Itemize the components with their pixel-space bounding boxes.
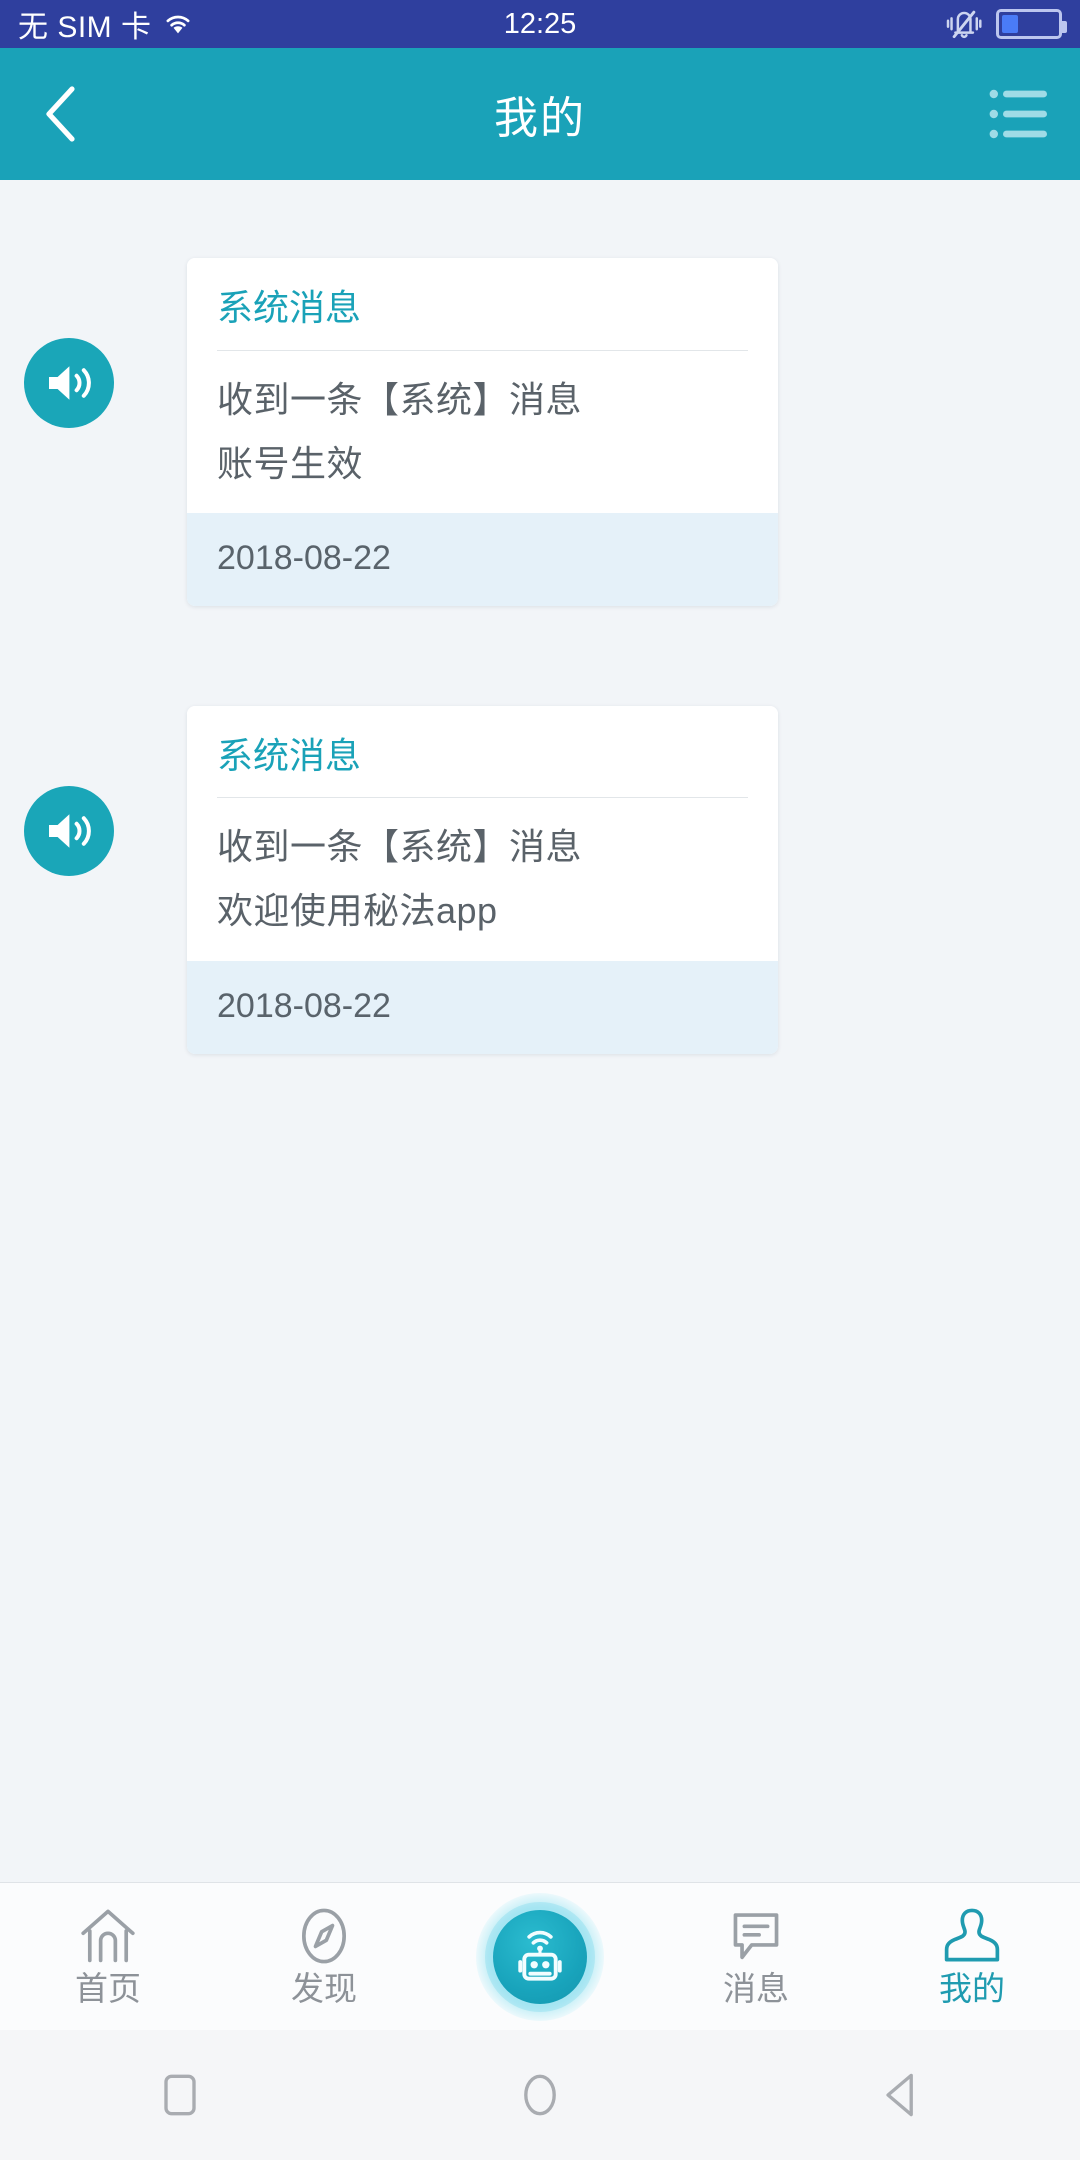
back-button[interactable] <box>0 48 120 180</box>
home-icon <box>81 1909 135 1963</box>
status-bar-right <box>944 7 1067 41</box>
list-menu-icon <box>989 89 1047 139</box>
avatar <box>24 338 114 428</box>
square-icon <box>164 2074 196 2116</box>
tab-robot[interactable] <box>432 1883 648 2031</box>
page-title: 我的 <box>494 94 586 143</box>
message-line-2: 账号生效 <box>217 442 364 484</box>
message-item[interactable]: 系统消息 收到一条【系统】消息 欢迎使用秘法app 2018-08-22 <box>0 606 1080 1054</box>
message-list: 系统消息 收到一条【系统】消息 账号生效 2018-08-22 系统消息 收到一… <box>0 180 1080 1882</box>
message-line-1: 收到一条【系统】消息 <box>217 378 583 420</box>
home-button[interactable] <box>450 2030 630 2160</box>
message-date: 2018-08-22 <box>187 960 778 1054</box>
battery-fill <box>1002 15 1019 33</box>
battery-icon <box>996 9 1067 39</box>
tab-messages[interactable]: 消息 <box>648 1883 864 2031</box>
message-date: 2018-08-22 <box>187 512 778 606</box>
message-card[interactable]: 系统消息 收到一条【系统】消息 欢迎使用秘法app 2018-08-22 <box>187 705 778 1054</box>
status-bar: 无 SIM 卡 12:25 <box>0 0 1080 48</box>
tab-discover-label: 发现 <box>291 1970 357 2008</box>
chevron-left-icon <box>46 86 75 142</box>
divider <box>217 349 748 351</box>
tab-mine-label: 我的 <box>939 1970 1005 2008</box>
tab-home[interactable]: 首页 <box>0 1883 216 2031</box>
message-card[interactable]: 系统消息 收到一条【系统】消息 账号生效 2018-08-22 <box>187 258 778 606</box>
divider <box>217 797 748 799</box>
robot-icon <box>518 1930 562 1981</box>
message-title: 系统消息 <box>217 734 362 776</box>
message-title: 系统消息 <box>217 287 362 328</box>
triangle-left-icon <box>886 2073 913 2117</box>
wifi-icon <box>166 15 190 34</box>
tab-discover[interactable]: 发现 <box>216 1883 432 2031</box>
speaker-icon <box>49 813 91 848</box>
message-card-body: 系统消息 收到一条【系统】消息 账号生效 <box>187 258 778 513</box>
circle-icon <box>524 2074 556 2116</box>
tab-mine[interactable]: 我的 <box>864 1883 1080 2031</box>
tab-messages-label: 消息 <box>723 1970 789 2008</box>
message-card-body: 系统消息 收到一条【系统】消息 欢迎使用秘法app <box>187 705 778 961</box>
status-bar-left: 无 SIM 卡 <box>18 2 194 46</box>
message-item[interactable]: 系统消息 收到一条【系统】消息 账号生效 2018-08-22 <box>0 180 1080 606</box>
message-line-2: 欢迎使用秘法app <box>217 890 498 932</box>
person-icon <box>944 1908 1000 1962</box>
compass-icon <box>302 1908 346 1964</box>
phone-screen: 无 SIM 卡 12:25 我的 系统消息 收到一条【系统】消息 账号生效 20… <box>0 0 1080 2160</box>
robot-button[interactable] <box>476 1892 604 2021</box>
tab-home-label: 首页 <box>75 1970 141 2008</box>
avatar <box>24 785 114 876</box>
mute-icon <box>946 10 982 39</box>
back-button-system[interactable] <box>810 2030 990 2160</box>
message-line-1: 收到一条【系统】消息 <box>217 826 583 868</box>
system-navigation-bar <box>0 2030 1080 2160</box>
speaker-icon <box>49 366 91 400</box>
bottom-tab-bar: 首页 发现 消息 我的 <box>0 1882 1080 2030</box>
chat-bubble-icon <box>733 1913 779 1960</box>
carrier-label: 无 SIM 卡 <box>18 11 152 44</box>
recents-button[interactable] <box>90 2030 270 2160</box>
robot-disc <box>493 1909 587 2004</box>
app-header: 我的 <box>0 48 1080 180</box>
menu-button[interactable] <box>960 48 1080 180</box>
